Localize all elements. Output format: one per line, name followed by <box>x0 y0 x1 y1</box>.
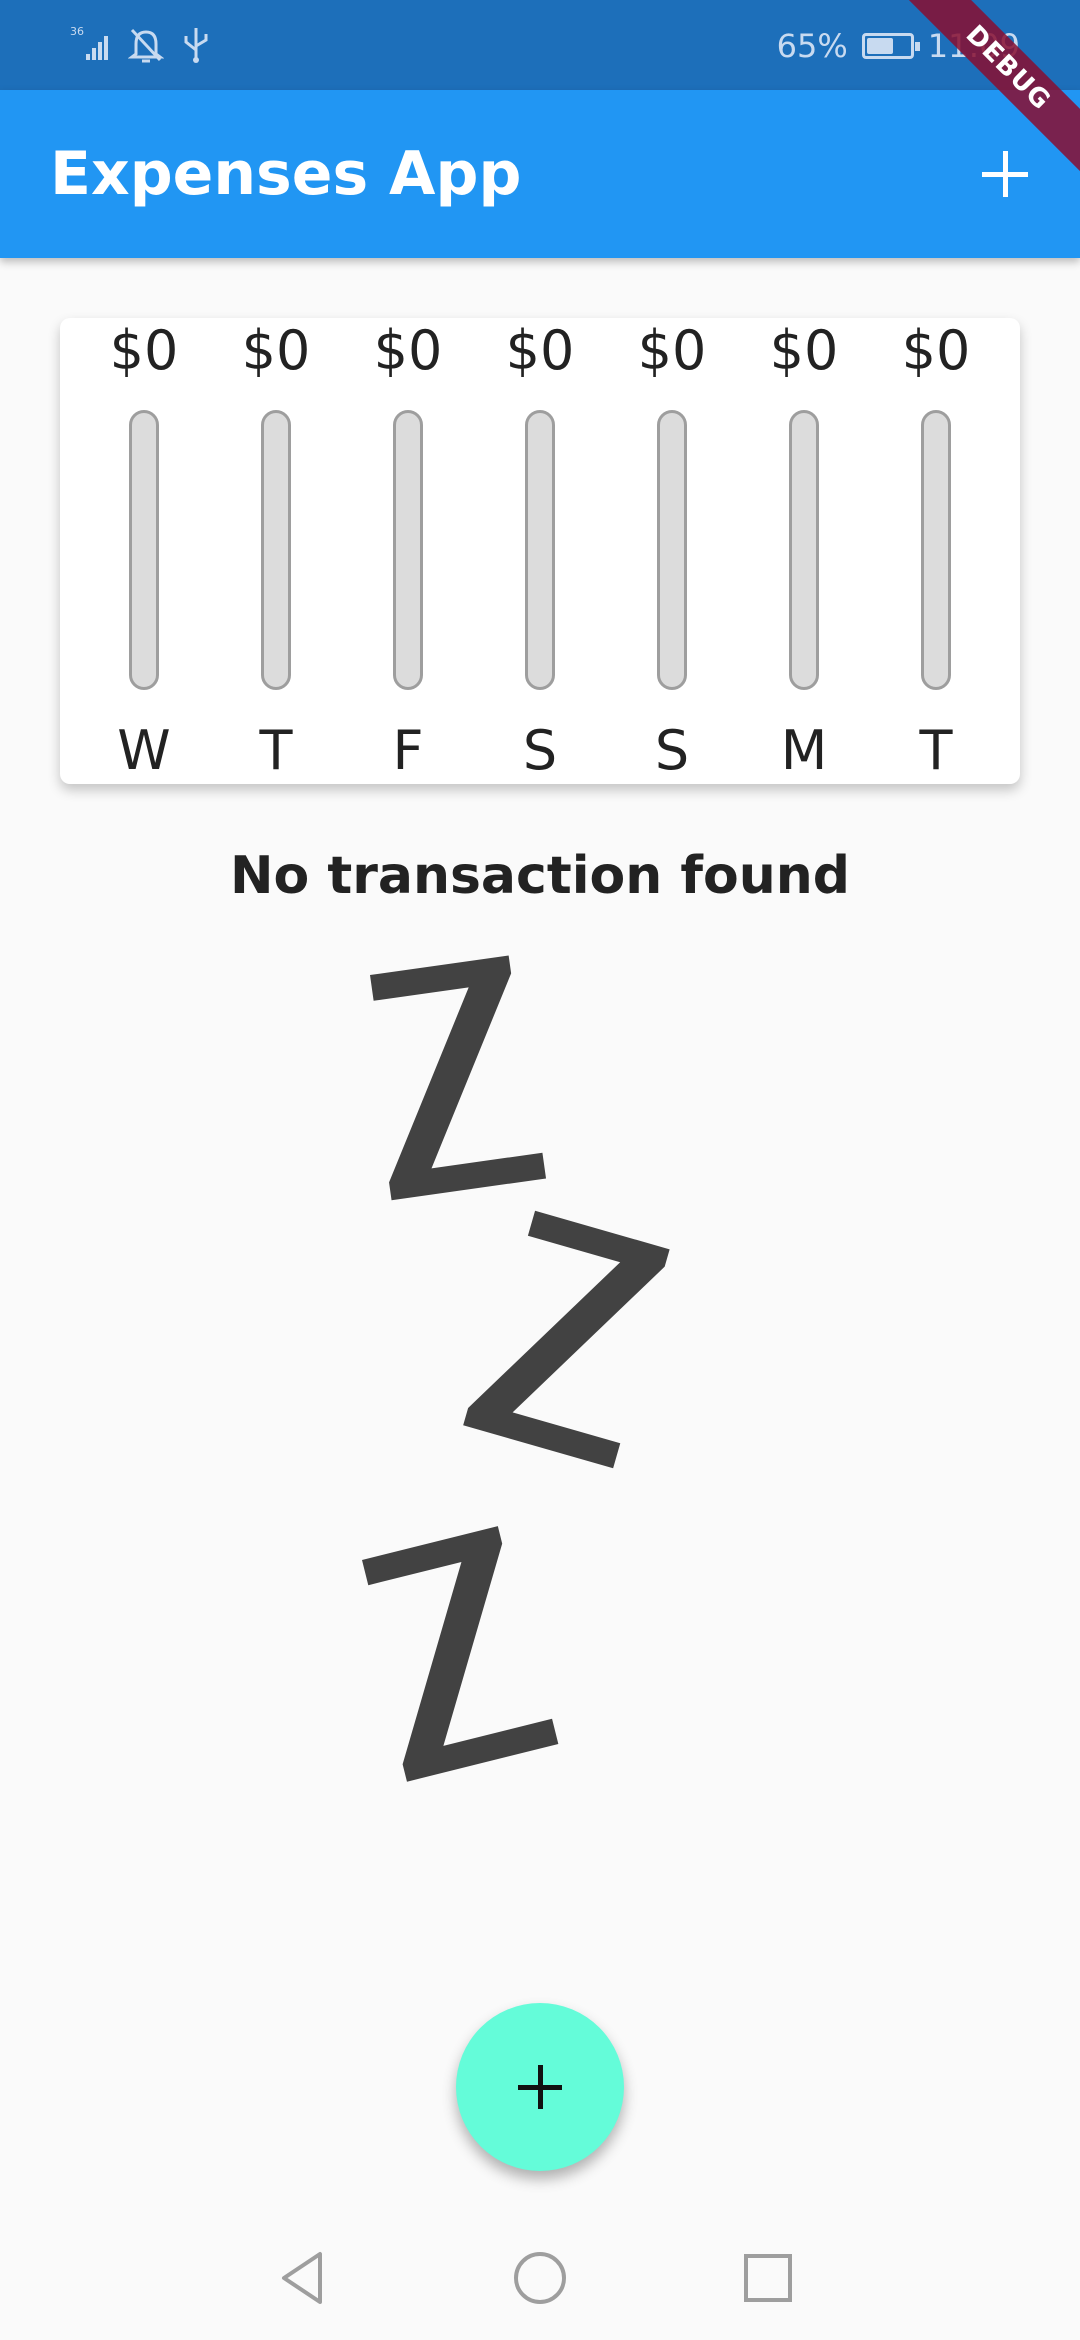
chart-day-label: T <box>259 719 293 782</box>
sleeping-zzz-icon <box>300 940 820 1840</box>
chart-amount: $0 <box>109 319 179 382</box>
chart-column: $0 W <box>78 318 210 784</box>
app-bar: Expenses App <box>0 90 1080 258</box>
chart-amount: $0 <box>769 319 839 382</box>
back-icon[interactable] <box>270 2242 342 2314</box>
zzz-letter-middle <box>463 1210 670 1469</box>
chart-bar <box>657 410 687 690</box>
page-title: Expenses App <box>50 139 522 209</box>
navigation-bar <box>0 2214 1080 2340</box>
chart-day-label: S <box>522 719 558 782</box>
chart-column: $0 M <box>738 318 870 784</box>
weekly-chart-card: $0 W $0 T $0 F $0 S $0 S $0 M $0 T <box>60 318 1020 784</box>
zzz-letter-large-top <box>370 955 547 1201</box>
add-transaction-button[interactable] <box>970 139 1040 209</box>
mute-icon <box>127 24 165 68</box>
chart-day-label: S <box>654 719 690 782</box>
chart-bar <box>393 410 423 690</box>
chart-bar <box>789 410 819 690</box>
recents-icon[interactable] <box>732 2242 804 2314</box>
chart-column: $0 S <box>606 318 738 784</box>
chart-amount: $0 <box>505 319 575 382</box>
battery-icon <box>861 33 920 59</box>
chart-amount: $0 <box>241 319 311 382</box>
status-bar: 36 65% 11: <box>0 0 1080 90</box>
status-icons-left: 36 <box>70 24 210 68</box>
chart-column: $0 T <box>870 318 1002 784</box>
chart-bar <box>525 410 555 690</box>
chart-bar <box>129 410 159 690</box>
empty-state-title: No transaction found <box>230 846 850 906</box>
usb-icon <box>182 24 210 68</box>
chart-amount: $0 <box>373 319 443 382</box>
chart-column: $0 F <box>342 318 474 784</box>
chart-day-label: W <box>117 719 171 782</box>
battery-percent: 65% <box>776 27 848 65</box>
chart-amount: $0 <box>901 319 971 382</box>
chart-bar <box>261 410 291 690</box>
add-transaction-fab[interactable] <box>456 2003 624 2171</box>
chart-bar <box>921 410 951 690</box>
chart-day-label: F <box>392 719 424 782</box>
chart-amount: $0 <box>637 319 707 382</box>
chart-column: $0 T <box>210 318 342 784</box>
zzz-letter-bottom <box>362 1526 559 1782</box>
chart-day-label: T <box>919 719 953 782</box>
signal-icon: 36 <box>70 24 110 68</box>
battery-level <box>866 38 893 54</box>
home-icon[interactable] <box>504 2242 576 2314</box>
svg-text:36: 36 <box>70 25 84 38</box>
chart-day-label: M <box>780 719 828 782</box>
chart-column: $0 S <box>474 318 606 784</box>
